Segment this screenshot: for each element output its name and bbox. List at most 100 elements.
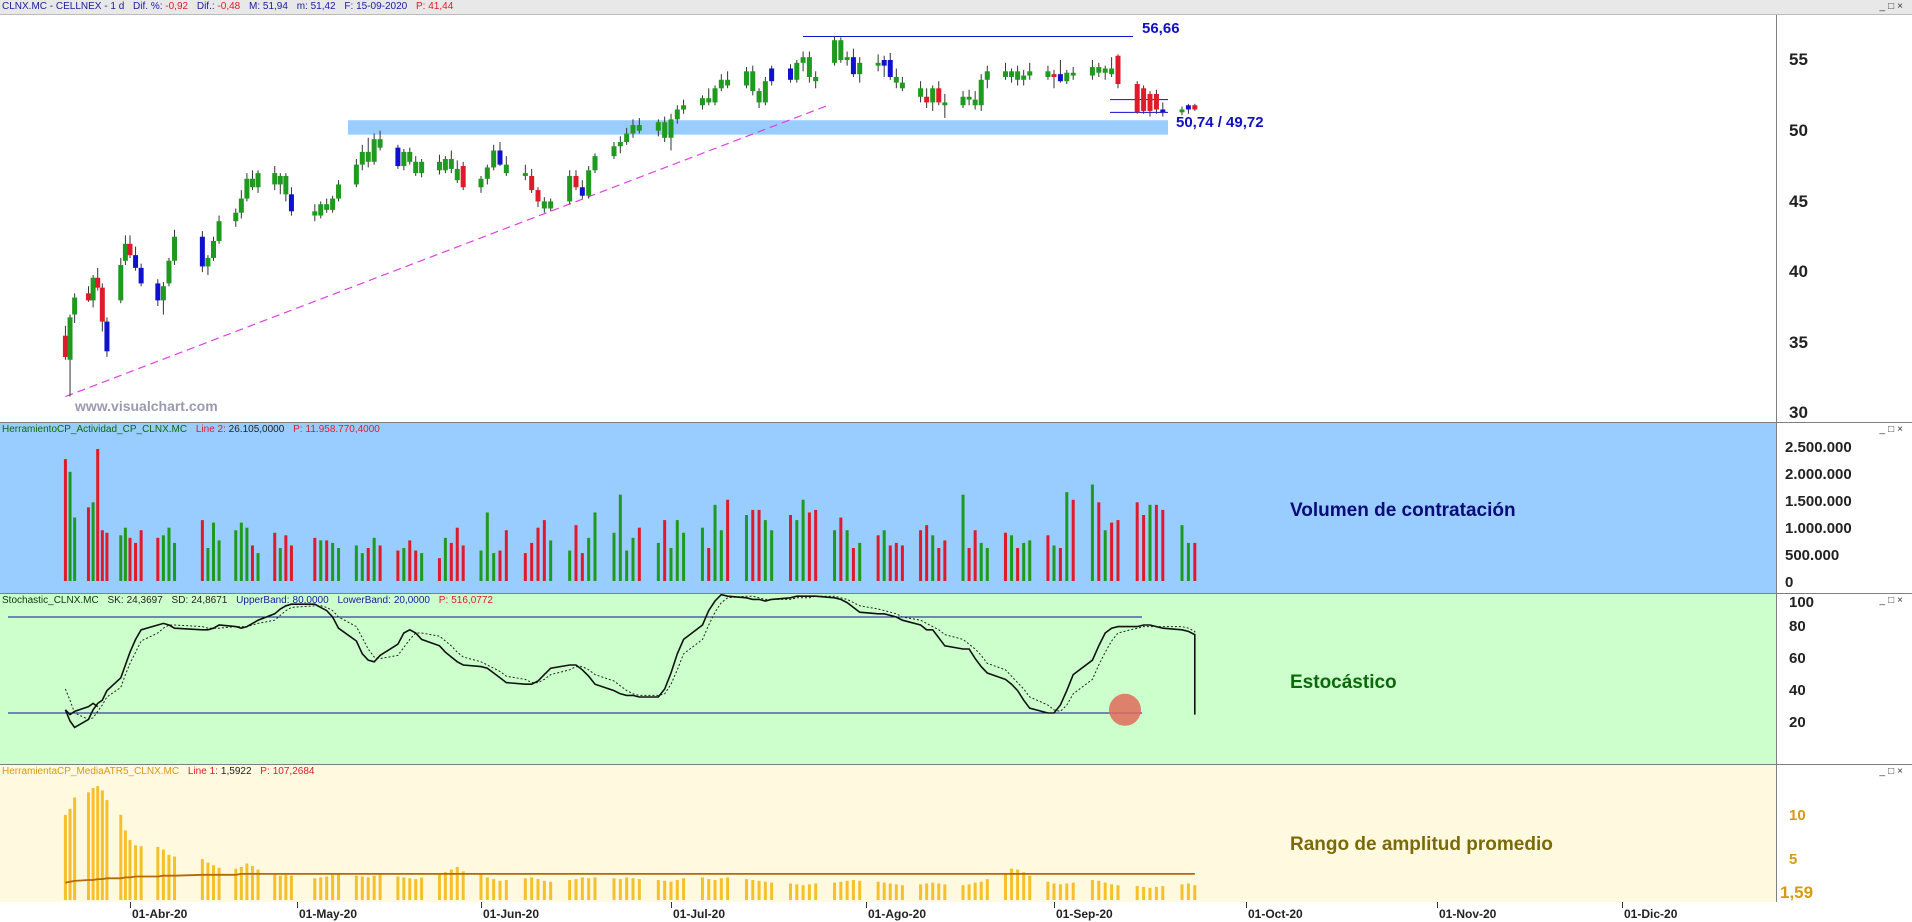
atr-bar — [63, 814, 67, 900]
volume-bar — [492, 553, 496, 581]
stoch-p-label: P: — [438, 595, 449, 606]
candle-body — [336, 184, 342, 199]
maximize-button[interactable]: □ — [1888, 424, 1897, 435]
candle-body — [1027, 71, 1033, 76]
atr-bar — [900, 885, 904, 900]
minimize-button[interactable]: _ — [1880, 595, 1889, 606]
candle-body — [1064, 72, 1070, 82]
x-tick-mark — [866, 902, 867, 908]
volume-bar — [167, 527, 171, 581]
y-tick: 50 — [1789, 121, 1808, 140]
atr-bar — [1154, 886, 1158, 900]
y-tick: 2.000.000 — [1785, 466, 1852, 483]
candle-body — [133, 255, 139, 268]
maximize-button[interactable]: □ — [1888, 766, 1897, 777]
volume-bar — [536, 527, 540, 581]
y-tick: 55 — [1789, 50, 1808, 69]
volume-pane[interactable]: HerramientoCP_Actividad_CP_CLNX.MC Line … — [0, 423, 1912, 594]
volume-bar — [1110, 522, 1114, 581]
atr-bar — [498, 880, 502, 900]
atr-bar — [372, 875, 376, 900]
candle-body — [448, 158, 454, 169]
volume-bar — [943, 540, 947, 581]
candle-body — [838, 40, 844, 60]
atr-bar — [206, 862, 210, 900]
candle-body — [893, 76, 899, 83]
volume-bar — [814, 509, 818, 581]
atr-bar — [278, 875, 282, 900]
atr-pane[interactable]: HerramientaCP_MediaATR5_CLNX.MC Line 1: 1… — [0, 765, 1912, 902]
candle-body — [1160, 109, 1166, 113]
atr-bar — [618, 879, 622, 900]
volume-bar — [284, 535, 288, 581]
price-plot[interactable] — [0, 0, 1776, 422]
atr-p-value: 107,2684 — [272, 766, 315, 777]
volume-bar — [239, 522, 243, 581]
atr-bar — [156, 846, 160, 900]
volume-bar — [73, 517, 77, 581]
volume-bar — [1090, 484, 1094, 581]
stochastic-plot[interactable] — [0, 594, 1776, 764]
date-label: F: — [344, 1, 354, 12]
stochastic-window-buttons: _□× — [1880, 595, 1906, 606]
stoch-indicator-name: Stochastic_CLNX.MC — [2, 595, 99, 606]
minimize-button[interactable]: _ — [1880, 766, 1889, 777]
max-label: M: — [249, 1, 261, 12]
y-tick: 100 — [1789, 594, 1815, 611]
stochastic-label: Estocástico — [1290, 672, 1397, 693]
stochastic-pane[interactable]: Stochastic_CLNX.MC SK: 24,3697 SD: 24,8671… — [0, 594, 1912, 765]
atr-bar — [378, 874, 382, 900]
volume-bar — [139, 530, 143, 581]
maximize-button[interactable]: □ — [1888, 1, 1897, 12]
candle-body — [788, 68, 794, 80]
atr-bar — [925, 883, 929, 900]
resistance-label: 56,66 — [1142, 20, 1180, 37]
candle-body — [857, 62, 863, 75]
atr-window-buttons: _□× — [1880, 766, 1906, 777]
date-value: 15-09-2020 — [356, 1, 408, 12]
atr-bar — [119, 814, 123, 900]
close-button[interactable]: × — [1897, 595, 1906, 606]
volume-bar — [1022, 542, 1026, 581]
candle-body — [1147, 93, 1153, 111]
atr-bar — [1003, 873, 1007, 900]
atr-bar — [200, 859, 204, 900]
atr-bar — [1116, 885, 1120, 900]
candle-body — [636, 125, 642, 131]
candle-body — [573, 175, 579, 188]
max-value: 51,94 — [262, 1, 288, 12]
candle-body — [930, 88, 936, 103]
y-tick: 5 — [1789, 851, 1798, 868]
minimize-button[interactable]: _ — [1880, 424, 1889, 435]
volume-bar — [894, 542, 898, 581]
volume-bar — [763, 520, 767, 581]
volume-label: Volumen de contratación — [1290, 500, 1516, 521]
candle-body — [442, 158, 448, 171]
candle-body — [160, 286, 166, 301]
close-button[interactable]: × — [1897, 766, 1906, 777]
dif-pct-label: Dif. %: — [133, 1, 163, 12]
volume-bar — [675, 520, 679, 581]
candle-body — [460, 166, 466, 188]
candle-body — [522, 173, 528, 176]
candle-body — [138, 267, 144, 284]
price-pane[interactable]: CLNX.MC - CELLNEX - 1 d Dif. %: -0,92 Di… — [0, 0, 1912, 423]
maximize-button[interactable]: □ — [1888, 595, 1897, 606]
volume-bar — [443, 537, 447, 581]
close-button[interactable]: × — [1897, 1, 1906, 12]
candle-body — [288, 194, 294, 212]
close-button[interactable]: × — [1897, 424, 1906, 435]
candle-body — [419, 161, 425, 174]
candle-body — [1115, 55, 1121, 85]
atr-bar — [807, 884, 811, 900]
x-tick-label: 01-Jun-20 — [483, 907, 540, 921]
atr-bar — [408, 878, 412, 900]
atr-bar — [319, 877, 323, 900]
candle-body — [255, 173, 261, 188]
volume-bar — [325, 540, 329, 581]
candle-body — [769, 68, 775, 82]
volume-bar — [68, 471, 72, 581]
minimize-button[interactable]: _ — [1880, 1, 1889, 12]
candle-body — [794, 62, 800, 80]
atr-bar — [217, 867, 221, 900]
